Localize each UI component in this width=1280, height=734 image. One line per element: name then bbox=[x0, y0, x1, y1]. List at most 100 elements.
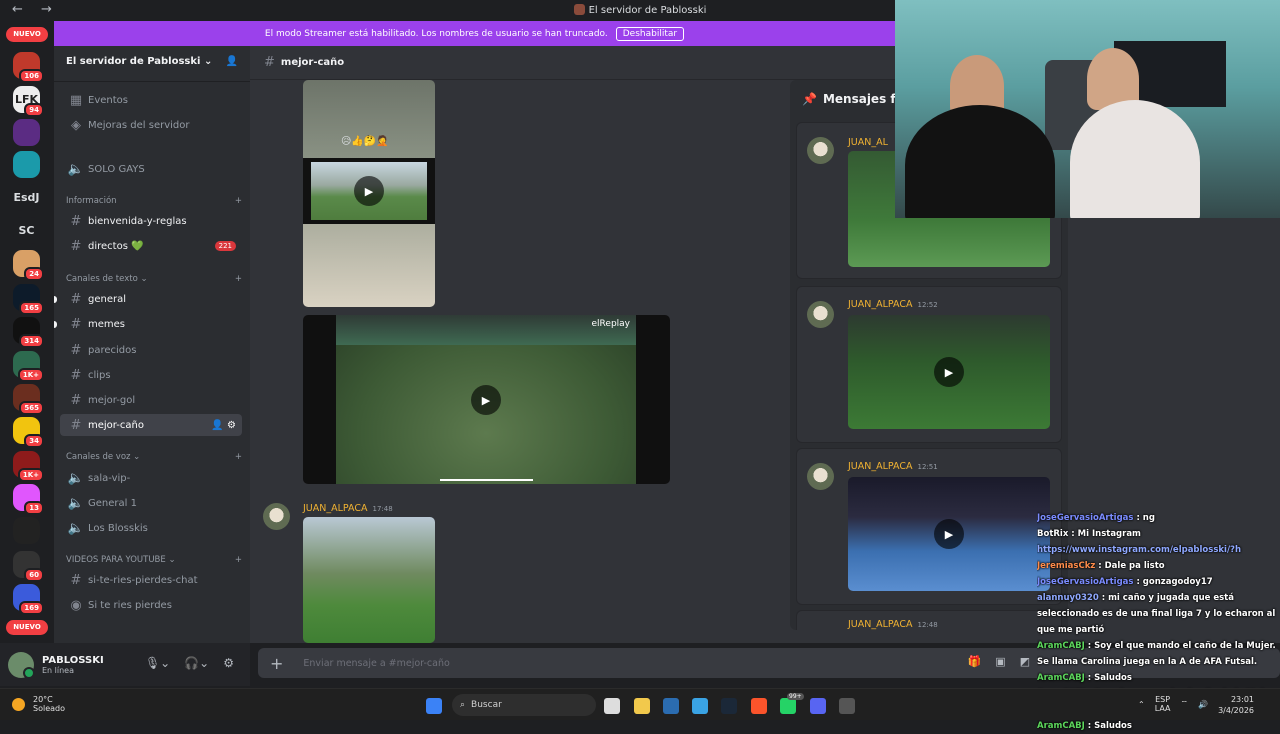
plus-icon[interactable]: + bbox=[235, 452, 242, 462]
voice-channel-sala-vip[interactable]: 🔈 sala-vip- bbox=[60, 467, 242, 489]
stream-chat-message: JeremiasCkz : Dale pa listo bbox=[1037, 558, 1280, 574]
plus-icon[interactable]: + bbox=[235, 274, 242, 284]
wifi-icon[interactable]: ⌔ bbox=[1181, 699, 1189, 709]
store-icon[interactable] bbox=[663, 698, 679, 714]
discord-icon[interactable] bbox=[810, 698, 826, 714]
server-badge: 24 bbox=[24, 267, 44, 281]
play-icon[interactable]: ▶ bbox=[471, 385, 501, 415]
weather-widget[interactable]: 20°C Soleado bbox=[12, 695, 65, 713]
edge-icon[interactable] bbox=[692, 698, 708, 714]
new-badge-bottom[interactable]: NUEVO bbox=[6, 620, 48, 635]
server-icon-label: EsdJ bbox=[13, 191, 40, 204]
server-icon[interactable]: EsdJ bbox=[13, 184, 40, 211]
server-icon[interactable]: 1K+ bbox=[13, 351, 44, 382]
clock[interactable]: 23:01 3/4/2026 bbox=[1218, 694, 1254, 716]
steam-icon[interactable] bbox=[721, 698, 737, 714]
server-icon[interactable]: 165 bbox=[13, 284, 44, 315]
task-view-icon[interactable] bbox=[604, 698, 620, 714]
weather-temp: 20°C bbox=[33, 695, 53, 704]
gift-icon[interactable]: 🎁 bbox=[967, 655, 981, 668]
play-icon[interactable]: ▶ bbox=[354, 176, 384, 206]
add-member-icon[interactable]: 👤 bbox=[226, 56, 238, 67]
plus-icon[interactable]: + bbox=[235, 196, 242, 206]
server-icon[interactable]: 106 bbox=[13, 52, 44, 83]
channel-bienvenida-y-reglas[interactable]: # bienvenida-y-reglas bbox=[60, 210, 242, 232]
message-author[interactable]: JUAN_ALPACA 17:48 bbox=[303, 503, 393, 514]
channel-parecidos[interactable]: # parecidos bbox=[60, 339, 242, 361]
forum-si-te-ries-pierdes[interactable]: ◉ Si te ries pierdes bbox=[60, 594, 242, 616]
chevron-up-icon[interactable]: ⌃ bbox=[1138, 700, 1145, 709]
disable-streamer-button[interactable]: Deshabilitar bbox=[615, 26, 685, 41]
whatsapp-icon[interactable] bbox=[780, 698, 796, 714]
voice-channel-general-1[interactable]: 🔈 General 1 bbox=[60, 492, 242, 514]
category-videos-para-youtube[interactable]: VIDEOS PARA YOUTUBE ⌄ + bbox=[66, 555, 242, 565]
server-icon[interactable]: 60 bbox=[13, 551, 44, 582]
channel-clips[interactable]: # clips bbox=[60, 364, 242, 386]
category-informacion[interactable]: Información + bbox=[66, 196, 242, 206]
channel-mejor-cano[interactable]: # mejor-caño 👤 ⚙ bbox=[60, 414, 242, 436]
channel-directos[interactable]: # directos 💚 221 bbox=[60, 235, 242, 257]
new-badge-top[interactable]: NUEVO bbox=[6, 27, 48, 42]
attach-plus-icon[interactable]: + bbox=[270, 654, 283, 673]
video-attachment[interactable]: ▶ bbox=[848, 315, 1050, 429]
server-icon[interactable]: SC bbox=[13, 217, 40, 244]
video-attachment[interactable] bbox=[303, 517, 435, 643]
video-attachment[interactable]: ▶ bbox=[848, 477, 1050, 591]
server-icon[interactable]: 314 bbox=[13, 317, 44, 348]
channel-label: Los Blosskis bbox=[88, 522, 148, 534]
channel-label: general bbox=[88, 293, 127, 305]
start-icon[interactable] bbox=[426, 698, 442, 714]
server-icon[interactable] bbox=[13, 151, 40, 178]
language-indicator[interactable]: ESP LAA bbox=[1155, 695, 1171, 713]
play-icon[interactable]: ▶ bbox=[934, 357, 964, 387]
channel-si-te-ries-pierdes-chat[interactable]: # si-te-ries-pierdes-chat bbox=[60, 569, 242, 591]
avatar[interactable] bbox=[8, 651, 35, 679]
boosts-item[interactable]: ◈ Mejoras del servidor bbox=[60, 114, 242, 136]
server-icon[interactable]: LFK 94 bbox=[13, 86, 44, 117]
channel-mejor-gol[interactable]: # mejor-gol bbox=[60, 389, 242, 411]
server-icon[interactable] bbox=[13, 119, 40, 146]
server-header[interactable]: El servidor de Pablosski ⌄ 👤 bbox=[54, 42, 250, 82]
events-item[interactable]: ▦ Eventos bbox=[60, 89, 242, 111]
weather-desc: Soleado bbox=[33, 704, 65, 713]
voice-channel-los-blosskis[interactable]: 🔈 Los Blosskis bbox=[60, 517, 242, 539]
invite-settings-icons[interactable]: 👤 ⚙ bbox=[211, 420, 236, 431]
sticker-icon[interactable]: ◩ bbox=[1020, 655, 1030, 668]
channel-label: sala-vip- bbox=[88, 472, 131, 484]
channel-general[interactable]: # general bbox=[54, 288, 242, 310]
category-canales-de-voz[interactable]: Canales de voz ⌄ + bbox=[66, 452, 242, 462]
channel-label: clips bbox=[88, 369, 111, 381]
video-attachment[interactable]: 😥👍🤔🤦 ▶ bbox=[303, 80, 435, 307]
server-icon[interactable]: 24 bbox=[13, 250, 44, 281]
pinned-message[interactable]: JUAN_ALPACA 12:52 ▶ bbox=[796, 286, 1062, 443]
channel-label: directos 💚 bbox=[88, 240, 144, 252]
notification-badge: 99+ bbox=[787, 693, 804, 700]
server-icon[interactable]: 13 bbox=[13, 484, 44, 515]
avatar[interactable] bbox=[263, 503, 290, 530]
gif-icon[interactable]: ▣ bbox=[995, 655, 1005, 668]
hash-icon: # bbox=[70, 291, 82, 307]
voice-channel-solo-gays[interactable]: 🔈 SOLO GAYS bbox=[60, 158, 242, 180]
server-icon[interactable]: 565 bbox=[13, 384, 44, 415]
app-icon[interactable] bbox=[839, 698, 855, 714]
hash-icon: # bbox=[70, 417, 82, 433]
server-icon[interactable]: 169 bbox=[13, 584, 44, 615]
taskbar-search[interactable]: ⌕ Buscar bbox=[452, 694, 596, 716]
play-icon[interactable]: ▶ bbox=[934, 519, 964, 549]
headphones-icon[interactable]: 🎧⌄ bbox=[184, 656, 209, 670]
server-icon[interactable]: 1K+ bbox=[13, 451, 44, 482]
channel-memes[interactable]: # memes bbox=[54, 313, 242, 335]
video-attachment[interactable]: elReplay ▶ bbox=[303, 315, 670, 484]
volume-icon[interactable]: 🔊 bbox=[1198, 700, 1208, 709]
microphone-icon[interactable]: 🎙⌄ bbox=[145, 656, 170, 670]
pinned-message[interactable]: JUAN_ALPACA 12:48 bbox=[796, 610, 1062, 630]
category-canales-de-texto[interactable]: Canales de texto ⌄ + bbox=[66, 274, 242, 284]
brave-icon[interactable] bbox=[751, 698, 767, 714]
pinned-message[interactable]: JUAN_ALPACA 12:51 ▶ bbox=[796, 448, 1062, 605]
server-icon[interactable] bbox=[13, 517, 40, 544]
file-explorer-icon[interactable] bbox=[634, 698, 650, 714]
gear-icon[interactable]: ⚙ bbox=[223, 656, 234, 670]
plus-icon[interactable]: + bbox=[235, 555, 242, 565]
server-icon[interactable]: 34 bbox=[13, 417, 44, 448]
user-status: En línea bbox=[42, 665, 75, 675]
